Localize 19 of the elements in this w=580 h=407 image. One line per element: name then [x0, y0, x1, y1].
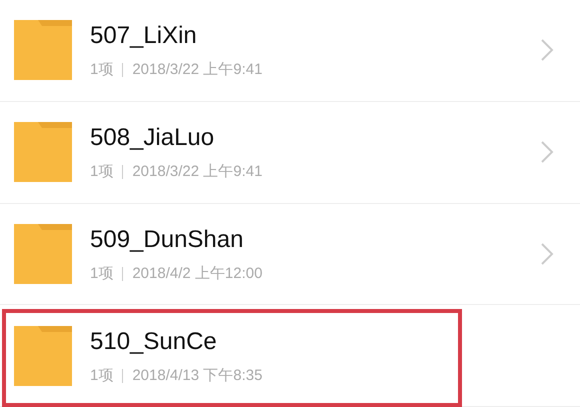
- item-count: 1项: [90, 163, 114, 182]
- modified-date: 2018/4/13 下午8:35: [132, 366, 262, 385]
- chevron-right-icon[interactable]: [540, 38, 554, 62]
- folder-icon: [14, 122, 72, 182]
- chevron-right-icon[interactable]: [540, 242, 554, 266]
- item-count: 1项: [90, 366, 114, 385]
- modified-date: 2018/3/22 上午9:41: [132, 163, 262, 182]
- folder-name: 507_LiXin: [90, 21, 198, 52]
- folder-name: 510_SunCe: [90, 326, 218, 357]
- folder-icon: [14, 20, 72, 80]
- item-count: 1项: [90, 61, 114, 80]
- folder-name: 508_JiaLuo: [90, 123, 216, 154]
- modified-date: 2018/4/2 上午12:00: [132, 264, 262, 283]
- chevron-right-icon[interactable]: [540, 140, 554, 164]
- folder-icon: [14, 326, 72, 386]
- folder-name: 509_DunShan: [90, 224, 244, 255]
- item-count: 1项: [90, 264, 114, 283]
- folder-icon: [14, 224, 72, 284]
- modified-date: 2018/3/22 上午9:41: [132, 61, 262, 80]
